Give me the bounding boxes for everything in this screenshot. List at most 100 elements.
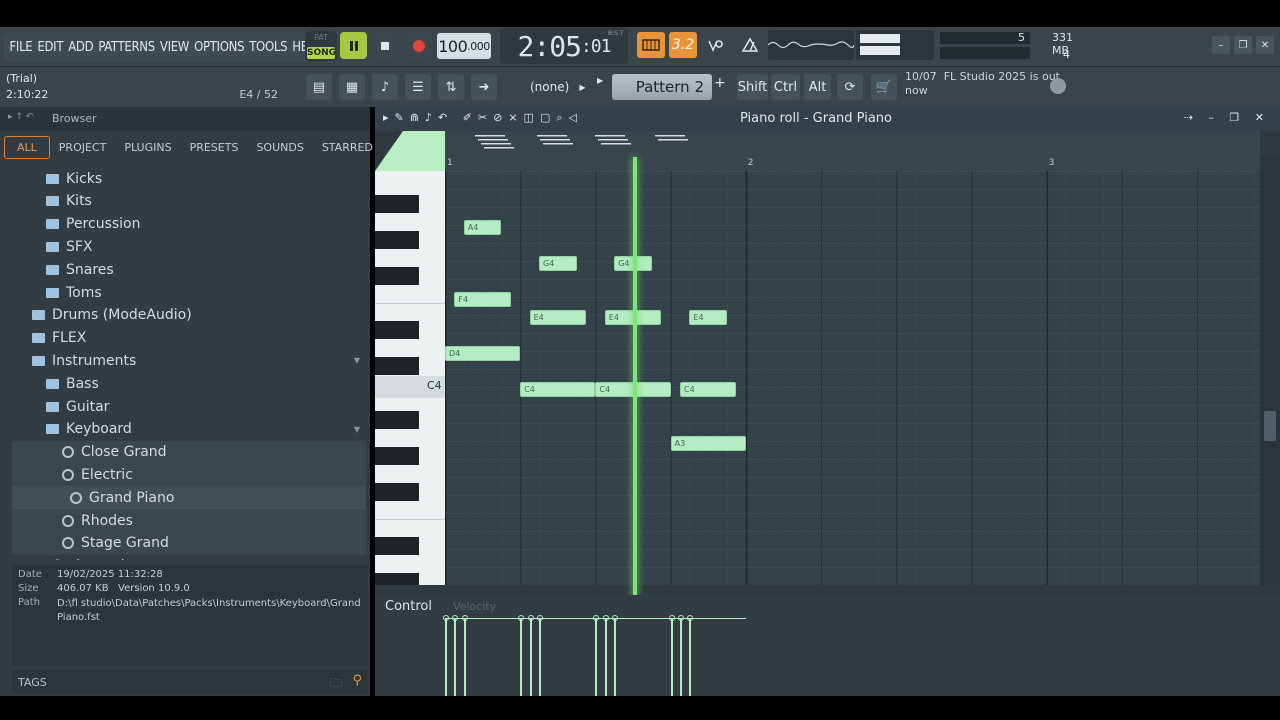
pattern-prev-icon[interactable]: ▶ bbox=[597, 76, 603, 85]
velocity-stem[interactable] bbox=[689, 619, 692, 696]
tempo-display[interactable]: 100.000 bbox=[437, 33, 491, 59]
menu-file[interactable]: FILE bbox=[7, 40, 35, 55]
step-edit-icon[interactable] bbox=[703, 32, 731, 58]
tree-item[interactable]: Toms bbox=[12, 281, 366, 304]
play-pause-button[interactable] bbox=[340, 32, 367, 59]
note[interactable]: C4 bbox=[520, 382, 596, 397]
control-label[interactable]: Control bbox=[385, 599, 432, 614]
tree-item[interactable]: Close Grand bbox=[12, 440, 366, 464]
note[interactable]: A4 bbox=[463, 220, 502, 235]
browser-tab-project[interactable]: PROJECT bbox=[50, 141, 116, 154]
browser-tab-all[interactable]: ALL bbox=[4, 135, 50, 159]
tags-bar[interactable]: TAGS 🗀 ⚲ bbox=[12, 670, 368, 694]
note[interactable]: E4 bbox=[689, 310, 727, 325]
timeline-ruler[interactable]: 1 2 3 bbox=[445, 131, 1260, 171]
tree-item[interactable]: Instruments ▼ bbox=[12, 349, 366, 372]
browser-icon[interactable]: ⇅ bbox=[438, 74, 464, 100]
globe-icon[interactable] bbox=[1050, 78, 1066, 94]
menu-add[interactable]: ADD bbox=[66, 40, 96, 55]
cart-icon[interactable]: 🛒 bbox=[871, 74, 897, 100]
tree-item[interactable]: Stage Grand bbox=[12, 531, 366, 555]
browser-tab-sounds[interactable]: SOUNDS bbox=[247, 141, 312, 154]
pattern-selector[interactable]: (none) ▶ bbox=[530, 76, 590, 98]
velocity-stem[interactable] bbox=[520, 619, 523, 696]
arrow-right-icon[interactable]: ➜ bbox=[471, 74, 497, 100]
black-key[interactable] bbox=[375, 195, 419, 213]
record-button[interactable] bbox=[405, 32, 432, 59]
search-icon[interactable]: ⚲ bbox=[352, 673, 362, 688]
browser-tab-starred[interactable]: STARRED bbox=[313, 141, 382, 154]
black-key[interactable] bbox=[375, 267, 419, 285]
black-key[interactable] bbox=[375, 411, 419, 429]
velocity-stem[interactable] bbox=[539, 619, 541, 696]
support-icon[interactable]: ⟳ bbox=[837, 74, 863, 100]
note[interactable]: D4 bbox=[445, 346, 521, 361]
velocity-stem[interactable] bbox=[463, 619, 466, 696]
velocity-stem[interactable] bbox=[614, 619, 617, 696]
tree-item[interactable]: FLEX bbox=[12, 327, 366, 350]
mixer-icon[interactable]: ☰ bbox=[405, 74, 431, 100]
menu-edit[interactable]: EDIT bbox=[35, 40, 66, 55]
note-grid[interactable]: A4 G4 G4 F4 E4 E4 E4 D4 C4 C4 C4 A3 bbox=[445, 171, 1260, 585]
vertical-scrollbar[interactable] bbox=[1260, 155, 1280, 585]
metronome-icon[interactable] bbox=[736, 32, 764, 58]
black-key[interactable] bbox=[375, 537, 419, 555]
menu-options[interactable]: OPTIONS bbox=[192, 40, 247, 55]
note[interactable]: A3 bbox=[670, 436, 746, 451]
black-key[interactable] bbox=[375, 573, 419, 585]
piano-roll-tools[interactable]: ▸✎⋒♪↶ ✐✂⊘⨯◫▢⌕◁ bbox=[383, 111, 583, 125]
tree-item[interactable]: Electric bbox=[12, 463, 366, 487]
pitch-icon[interactable]: 3.2 bbox=[669, 32, 697, 58]
note[interactable]: E4 bbox=[529, 310, 586, 325]
velocity-lane[interactable] bbox=[443, 595, 1260, 696]
typing-keyboard-icon[interactable] bbox=[637, 32, 665, 58]
note[interactable]: G4 bbox=[539, 256, 577, 271]
browser-tab-plugins[interactable]: PLUGINS bbox=[115, 141, 180, 154]
piano-roll-window-controls[interactable]: ⇢ – ❐ ✕ bbox=[1184, 111, 1270, 124]
velocity-stem[interactable] bbox=[670, 619, 673, 696]
velocity-stem[interactable] bbox=[604, 619, 607, 696]
note[interactable]: F4 bbox=[454, 292, 511, 307]
black-key[interactable] bbox=[375, 447, 419, 465]
black-key[interactable] bbox=[375, 483, 419, 501]
tree-item[interactable]: Kits bbox=[12, 190, 366, 213]
menu-view[interactable]: VIEW bbox=[157, 40, 191, 55]
tree-item[interactable]: Percussion bbox=[12, 213, 366, 236]
tree-item[interactable]: Snares bbox=[12, 258, 366, 281]
velocity-stem[interactable] bbox=[595, 619, 598, 696]
shift-key[interactable]: Shift bbox=[737, 74, 768, 100]
tree-item[interactable]: Kicks bbox=[12, 167, 366, 190]
browser-tab-presets[interactable]: PRESETS bbox=[181, 141, 248, 154]
pattern-name[interactable]: Pattern 2 bbox=[612, 74, 712, 100]
add-pattern-button[interactable]: + bbox=[714, 75, 730, 99]
tree-item[interactable]: Keyboard ▼ bbox=[12, 418, 366, 441]
tree-item[interactable]: Rhodes bbox=[12, 509, 366, 532]
tree-item[interactable]: Bass bbox=[12, 372, 366, 395]
browser-nav-icons[interactable]: ▸ ↑ ↶ bbox=[8, 112, 33, 122]
close-icon[interactable]: ✕ bbox=[1256, 36, 1274, 54]
scroll-thumb[interactable] bbox=[1264, 411, 1276, 441]
velocity-stem[interactable] bbox=[680, 619, 682, 696]
tree-item[interactable]: Guitar bbox=[12, 395, 366, 418]
black-key[interactable] bbox=[375, 357, 419, 375]
tree-item[interactable]: Orchestral bbox=[12, 555, 366, 560]
folder-icon[interactable]: 🗀 bbox=[330, 674, 342, 695]
black-key[interactable] bbox=[375, 231, 419, 249]
tree-item[interactable]: Drums (ModeAudio) bbox=[12, 304, 366, 327]
stop-button[interactable] bbox=[371, 32, 398, 59]
black-key[interactable] bbox=[375, 321, 419, 339]
piano-keyboard[interactable]: C4 bbox=[375, 171, 445, 585]
minimize-icon[interactable]: – bbox=[1212, 36, 1230, 54]
menu-patterns[interactable]: PATTERNS bbox=[96, 40, 158, 55]
playlist-icon[interactable]: ▤ bbox=[306, 74, 332, 100]
channel-rack-icon[interactable]: ▦ bbox=[339, 74, 365, 100]
menu-tools[interactable]: TOOLS bbox=[247, 40, 290, 55]
velocity-stem[interactable] bbox=[445, 619, 447, 696]
ctrl-key[interactable]: Ctrl bbox=[771, 74, 800, 100]
alt-key[interactable]: Alt bbox=[804, 74, 831, 100]
pat-song-toggle[interactable]: PAT SONG bbox=[305, 31, 337, 61]
tree-item[interactable]: SFX bbox=[12, 235, 366, 258]
velocity-stem[interactable] bbox=[454, 619, 457, 696]
tree-item[interactable]: Grand Piano bbox=[12, 486, 366, 510]
maximize-icon[interactable]: ❐ bbox=[1234, 36, 1252, 54]
